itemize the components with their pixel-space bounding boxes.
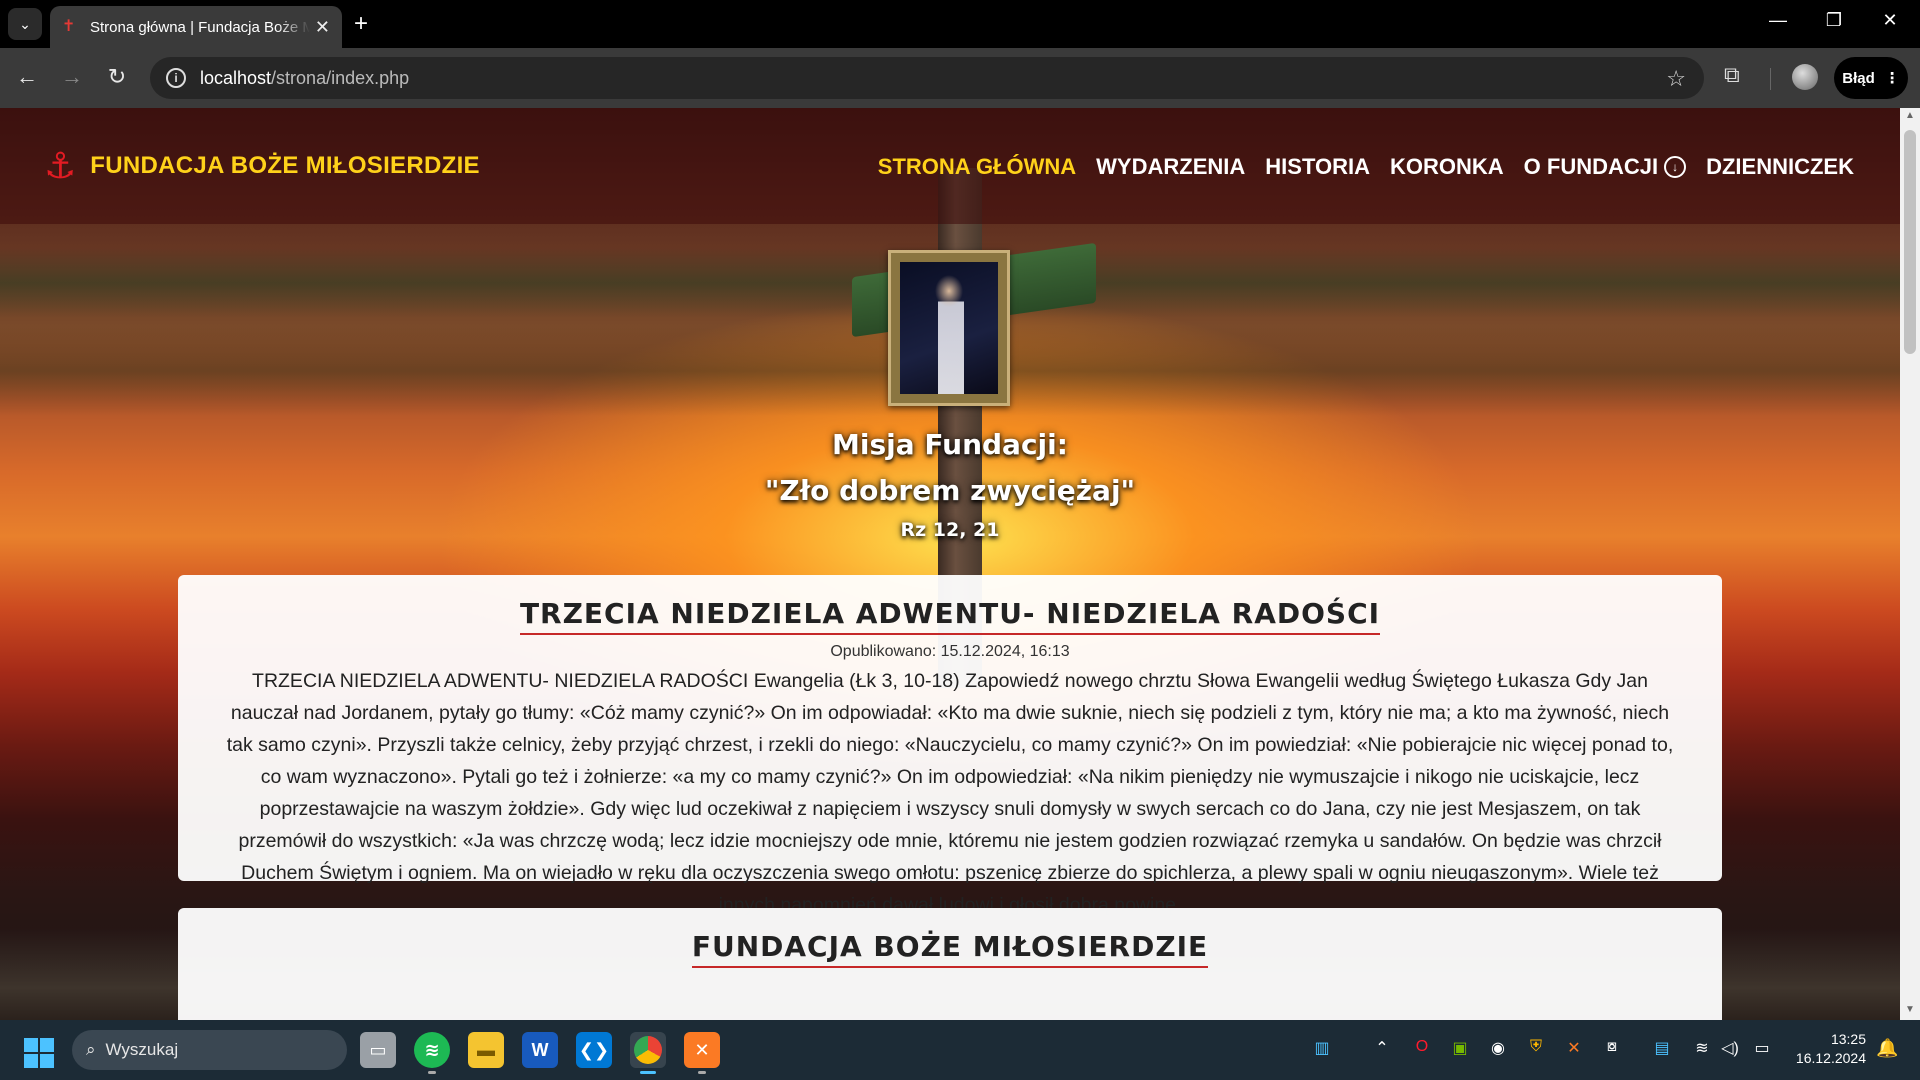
back-button[interactable]: ← [12,64,42,90]
nav-item-home[interactable]: STRONA GŁÓWNA [878,154,1076,180]
taskbar-clock[interactable]: 13:25 16.12.2024 [1782,1030,1866,1068]
extensions-icon[interactable]: ⧉ [1724,62,1740,88]
mission-heading: Misja Fundacji: [832,428,1068,461]
close-tab-icon[interactable]: ✕ [315,17,330,37]
notifications-icon[interactable]: 🔔 [1876,1038,1898,1059]
nvidia-icon[interactable]: ▣ [1448,1038,1472,1058]
reload-button[interactable]: ↻ [102,64,132,90]
post-date: Opublikowano: 15.12.2024, 16:13 [830,643,1070,660]
post-card: FUNDACJA BOŻE MIŁOSIERDZIE [178,908,1722,1020]
search-icon: ⌕ [86,1040,96,1059]
steam-icon[interactable]: ◉ [1486,1038,1510,1058]
close-window-button[interactable]: ✕ [1870,10,1910,31]
nav-item-history[interactable]: HISTORIA [1265,154,1370,180]
wifi-icon[interactable]: ≋ [1690,1038,1714,1058]
scroll-up-arrow-icon[interactable]: ▲ [1900,110,1920,121]
browser-tab-active[interactable]: ✝ Strona główna | Fundacja Boże Miłosier… [50,6,342,48]
mission-reference: Rz 12, 21 [900,519,1000,541]
error-label: Błąd [1842,69,1875,87]
more-vert-icon: ⋮ [1884,70,1900,87]
site-info-icon[interactable]: i [166,68,186,88]
url-path: /strona/index.php [271,67,410,88]
nav-item-diary[interactable]: DZIENNICZEK [1706,154,1854,180]
display-icon[interactable]: ▤ [1650,1038,1674,1058]
browser-toolbar: ← → ↻ i localhost/strona/index.php ☆ ⧉ B… [0,48,1920,108]
site-logo[interactable]: ⚓ FUNDACJA BOŻE MIŁOSIERDZIE [44,148,480,184]
clock-date: 16.12.2024 [1795,1050,1866,1066]
page-scrollbar[interactable]: ▲ ▼ [1900,108,1920,1020]
volume-icon[interactable]: ◁) [1718,1038,1742,1058]
mission-statement: Misja Fundacji: "Zło dobrem zwyciężaj" R… [0,422,1900,546]
page-viewport: ⚓ FUNDACJA BOŻE MIŁOSIERDZIE STRONA GŁÓW… [0,108,1900,1020]
scroll-down-arrow-icon[interactable]: ▼ [1900,1004,1920,1015]
nav-item-chaplet[interactable]: KORONKA [1390,154,1504,180]
clock-time: 13:25 [1830,1031,1866,1047]
site-header: ⚓ FUNDACJA BOŻE MIŁOSIERDZIE STRONA GŁÓW… [0,108,1900,224]
minimize-button[interactable]: — [1758,10,1798,31]
toolbar-divider [1770,68,1771,90]
taskbar-search[interactable]: ⌕ Wyszukaj [72,1030,347,1070]
spotify-icon[interactable]: ≋ [414,1032,450,1074]
start-button[interactable] [24,1038,54,1068]
tab-search-button[interactable]: ⌄ [8,8,42,40]
scrollbar-thumb[interactable] [1904,130,1916,354]
divine-mercy-image [888,250,1010,406]
mission-quote: "Zło dobrem zwyciężaj" [764,474,1136,507]
battery-icon[interactable]: ▭ [1750,1038,1774,1058]
anchor-cross-icon: ⚓ [44,145,77,186]
word-icon[interactable]: W [522,1032,558,1068]
post-title[interactable]: FUNDACJA BOŻE MIŁOSIERDZIE [691,930,1209,968]
taskbar-search-label: Wyszukaj [105,1040,179,1059]
main-nav: STRONA GŁÓWNA WYDARZENIA HISTORIA KORONK… [878,154,1854,180]
error-menu-button[interactable]: Błąd ⋮ [1834,57,1908,99]
post-body: TRZECIA NIEDZIELA ADWENTU- NIEDZIELA RAD… [226,670,1674,916]
post-card: TRZECIA NIEDZIELA ADWENTU- NIEDZIELA RAD… [178,575,1722,916]
app-tray-icon[interactable]: ⧇ [1600,1038,1624,1056]
task-view-icon[interactable]: ▭ [360,1032,396,1068]
security-icon[interactable]: ⛨ [1524,1038,1548,1056]
favicon-cross-icon: ✝ [62,18,76,35]
url-host: localhost [200,67,272,88]
vscode-icon[interactable]: ❮❯ [576,1032,612,1068]
xampp-icon[interactable]: ✕ [684,1032,720,1074]
divine-mercy-painting [900,262,998,394]
windows-taskbar: ⌕ Wyszukaj ▭ ≋ ▬ W ❮❯ ✕ ▥ ⌃ O ▣ ◉ ⛨ ✕ ⧇ … [0,1020,1920,1080]
chrome-icon[interactable] [630,1032,666,1074]
new-tab-button[interactable]: + [354,12,368,36]
dropdown-arrow-icon: ↓ [1664,156,1687,178]
post-title[interactable]: TRZECIA NIEDZIELA ADWENTU- NIEDZIELA RAD… [519,597,1381,635]
tab-title: Strona główna | Fundacja Boże Miłosierdz… [90,18,310,36]
opera-icon[interactable]: O [1410,1038,1434,1056]
file-explorer-icon[interactable]: ▬ [468,1032,504,1068]
nav-item-about-label: O FUNDACJI [1523,154,1659,179]
xampp-tray-icon[interactable]: ✕ [1562,1038,1586,1058]
bookmark-star-icon[interactable]: ☆ [1666,66,1686,92]
address-bar[interactable]: i localhost/strona/index.php ☆ [150,57,1704,99]
browser-tabbar: ⌄ ✝ Strona główna | Fundacja Boże Miłosi… [0,0,1920,48]
restore-button[interactable]: ❐ [1814,10,1854,31]
forward-button[interactable]: → [57,64,87,90]
site-brand-name: FUNDACJA BOŻE MIŁOSIERDZIE [90,152,480,179]
nav-item-events[interactable]: WYDARZENIA [1096,154,1245,180]
nav-item-about[interactable]: O FUNDACJI ↓ [1523,154,1687,180]
show-hidden-icons-icon[interactable]: ⌃ [1370,1038,1394,1058]
widgets-icon[interactable]: ▥ [1310,1038,1334,1058]
profile-avatar[interactable] [1792,64,1818,90]
